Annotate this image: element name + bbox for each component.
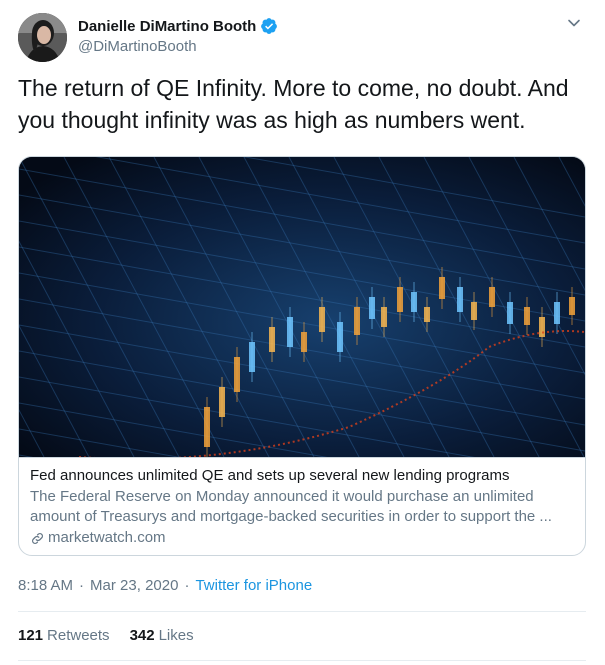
retweets-label: Retweets (47, 627, 110, 644)
chevron-down-icon[interactable] (565, 14, 583, 32)
chart-candle (269, 327, 275, 352)
chart-candle (301, 332, 307, 352)
meta-separator: · (184, 577, 190, 594)
chart-candle (204, 407, 210, 447)
meta-separator: · (79, 577, 85, 594)
tweet-stats: 121 Retweets 342 Likes (18, 627, 214, 644)
retweets-count: 121 (18, 627, 44, 644)
chart-candle (539, 317, 545, 337)
verified-badge-icon (260, 17, 278, 35)
chart-candle (234, 357, 240, 392)
chart-candle (489, 287, 495, 307)
card-domain[interactable]: marketwatch.com (30, 528, 574, 548)
tweet-time[interactable]: 8:18 AM (18, 577, 73, 594)
chart-candle (524, 307, 530, 325)
likes-stat[interactable]: 342 Likes (130, 627, 194, 644)
chart-candle (554, 302, 560, 324)
retweets-stat[interactable]: 121 Retweets (18, 627, 110, 644)
likes-count: 342 (129, 627, 155, 644)
chart-candle (411, 292, 417, 312)
chart-candle (507, 302, 513, 324)
card-domain-text[interactable]: marketwatch.com (48, 528, 166, 548)
chart-candle (337, 322, 343, 352)
chart-candle (219, 387, 225, 417)
chart-candle (424, 307, 430, 322)
chart-candle (249, 342, 255, 372)
divider (18, 611, 586, 612)
avatar[interactable] (18, 13, 67, 62)
chart-candle (354, 307, 360, 335)
chart-candle (397, 287, 403, 312)
author-name-row[interactable]: Danielle DiMartino Booth (78, 17, 278, 35)
tweet: Danielle DiMartino Booth @DiMartinoBooth… (0, 0, 605, 665)
chart-candle (319, 307, 325, 332)
card-description-line: The Federal Reserve on Monday announced … (30, 488, 534, 505)
chart-candle (287, 317, 293, 347)
handle[interactable]: @DiMartinoBooth (78, 38, 197, 55)
likes-label: Likes (158, 627, 194, 644)
chart-candle (569, 297, 575, 315)
tweet-meta: 8:18 AM · Mar 23, 2020 · Twitter for iPh… (18, 577, 312, 594)
chart-candle (457, 287, 463, 312)
tweet-date[interactable]: Mar 23, 2020 (90, 577, 178, 594)
card-title[interactable]: Fed announces unlimited QE and sets up s… (30, 466, 574, 486)
card-body[interactable]: Fed announces unlimited QE and sets up s… (19, 457, 585, 555)
chart-candle (369, 297, 375, 319)
card-description-line: amount of Treasurys and mortgage-backed … (30, 508, 552, 525)
profile-photo-icon (18, 13, 67, 62)
chart-candle (381, 307, 387, 327)
divider (18, 660, 586, 661)
tweet-source[interactable]: Twitter for iPhone (195, 577, 312, 594)
stock-chart-image-icon (19, 157, 585, 457)
card-description: The Federal Reserve on Monday announced … (30, 487, 574, 527)
chart-candle (439, 277, 445, 299)
stock-chart-image[interactable] (19, 157, 585, 457)
chart-candle (471, 302, 477, 320)
display-name[interactable]: Danielle DiMartino Booth (78, 18, 256, 35)
link-icon (32, 532, 43, 544)
link-card[interactable]: Fed announces unlimited QE and sets up s… (18, 156, 586, 556)
tweet-text: The return of QE Infinity. More to come,… (18, 75, 569, 133)
